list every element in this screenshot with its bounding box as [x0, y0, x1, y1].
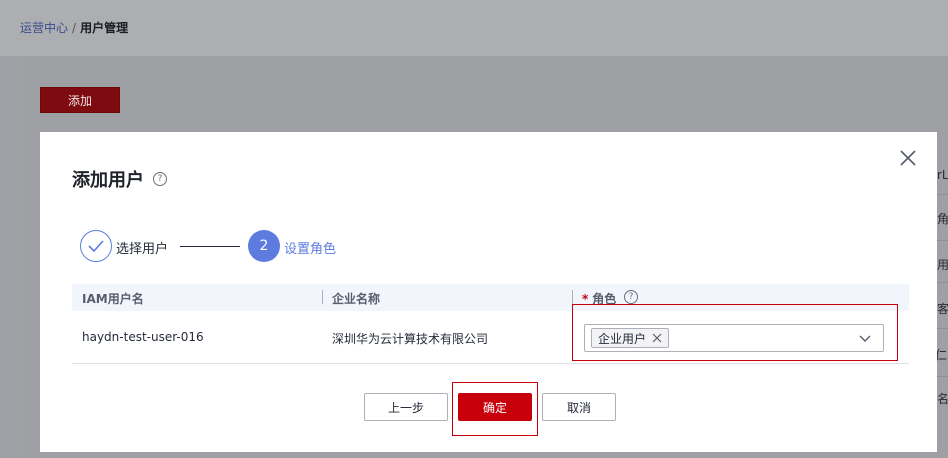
- column-header-iam-user: IAM用户名: [82, 292, 144, 306]
- previous-step-button[interactable]: 上一步: [364, 393, 448, 421]
- step-connector: [180, 246, 240, 247]
- close-icon[interactable]: [898, 148, 918, 168]
- bg-divider: [937, 282, 948, 283]
- help-icon[interactable]: ?: [624, 290, 638, 304]
- help-icon[interactable]: ?: [153, 172, 167, 186]
- top-header-bar: [0, 0, 948, 56]
- step-done-check-icon: [80, 230, 112, 262]
- bg-fragment: 名: [937, 392, 948, 406]
- bg-fragment: rL: [937, 168, 948, 182]
- step-2-label: 设置角色: [284, 242, 337, 257]
- column-divider: [572, 290, 573, 304]
- tag-close-icon[interactable]: [652, 333, 662, 343]
- bg-divider: [937, 194, 948, 195]
- step-2-number: 2: [248, 230, 280, 262]
- breadcrumb-separator: /: [72, 21, 77, 35]
- bg-divider: [937, 240, 948, 241]
- breadcrumb-parent-link[interactable]: 运营中心: [20, 21, 68, 35]
- dialog-title: 添加用户: [72, 170, 144, 191]
- role-tag-label: 企业用户: [598, 331, 647, 346]
- bg-fragment: 客: [937, 302, 948, 316]
- breadcrumb-current: 用户管理: [80, 21, 129, 35]
- bg-divider: [937, 328, 948, 329]
- cancel-button[interactable]: 取消: [542, 393, 616, 421]
- company-cell: 深圳华为云计算技术有限公司: [332, 332, 489, 346]
- column-divider: [322, 290, 323, 304]
- column-header-company: 企业名称: [332, 292, 381, 306]
- add-user-button[interactable]: 添加: [40, 87, 120, 113]
- bg-fragment: 用户: [937, 258, 948, 272]
- bg-fragment: 仁: [937, 348, 948, 362]
- bg-fragment: 角色: [937, 212, 948, 226]
- breadcrumb: 运营中心 / 用户管理: [20, 19, 128, 36]
- chevron-down-icon: [859, 335, 871, 342]
- add-user-dialog: 添加用户 ? 选择用户 2 设置角色 IAM用户名 企业名称 * 角色 ? hay…: [40, 132, 937, 452]
- iam-user-cell: haydn-test-user-016: [82, 330, 204, 344]
- stepper: 选择用户 2 设置角色: [80, 230, 480, 262]
- background-table-edge: rL 角色 用户 客 仁 名: [937, 132, 948, 458]
- role-tag: 企业用户: [591, 328, 670, 348]
- bg-divider: [937, 376, 948, 377]
- step-1-label: 选择用户: [116, 242, 169, 257]
- role-select[interactable]: 企业用户: [584, 324, 884, 352]
- confirm-button[interactable]: 确定: [458, 393, 532, 421]
